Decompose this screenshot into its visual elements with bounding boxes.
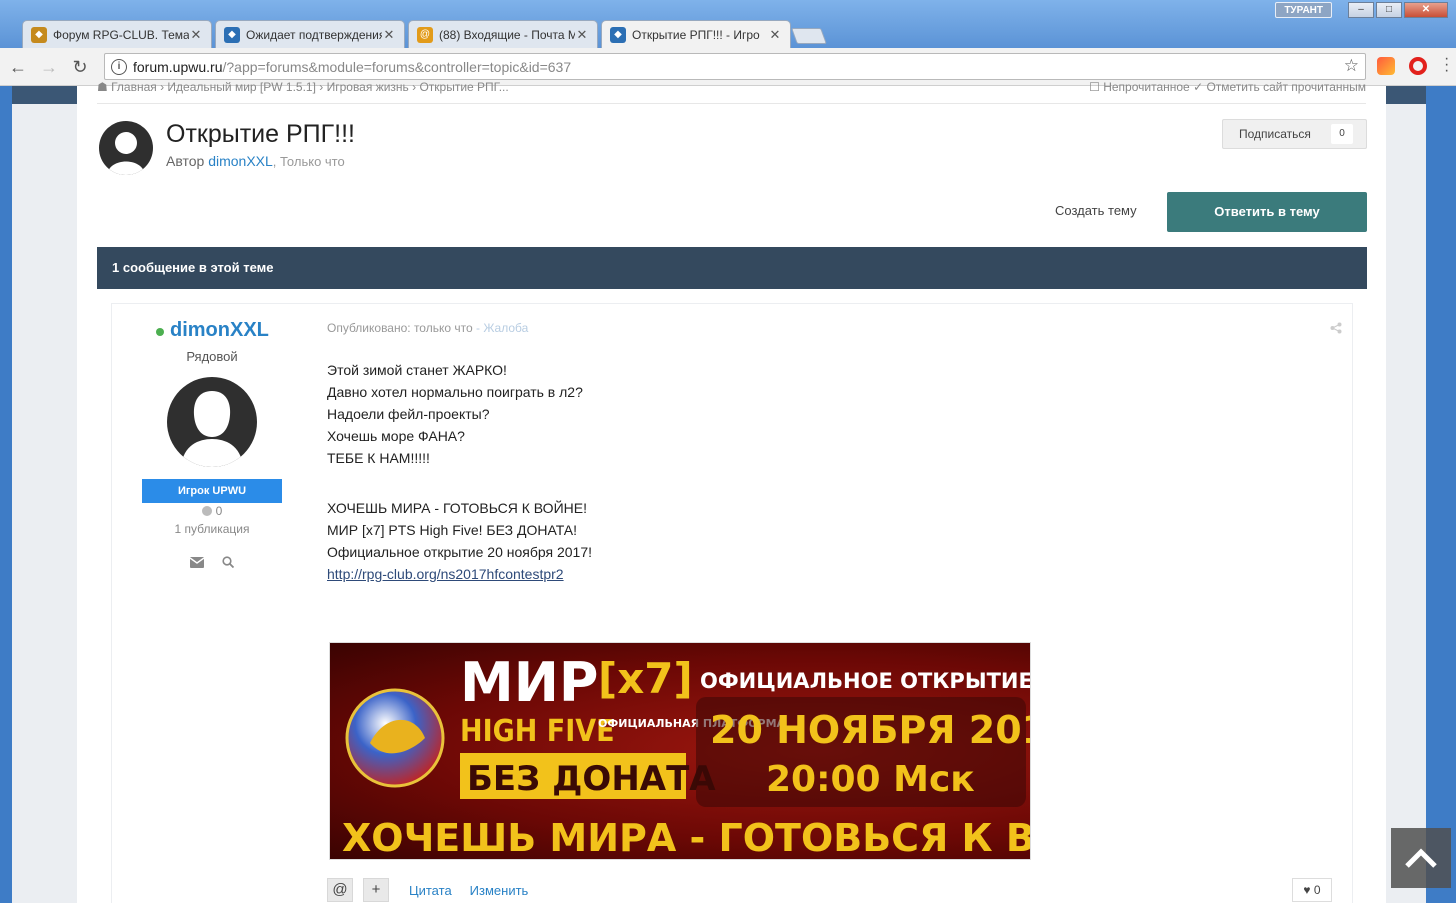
bookmark-star-icon[interactable]: ☆ [1344, 56, 1359, 76]
maximize-button[interactable]: □ [1376, 2, 1402, 18]
info-icon[interactable]: i [111, 58, 127, 75]
browser-tab[interactable]: @ (88) Входящие - Почта М ✕ [408, 20, 598, 48]
chevron-up-icon [1405, 848, 1437, 868]
breadcrumb[interactable]: ☗ Главная › Идеальный мир [PW 1.5.1] › И… [97, 80, 509, 94]
create-topic-button[interactable]: Создать тему [1055, 203, 1137, 218]
browser-tab[interactable]: ◆ Форум RPG-CLUB. Тема ✕ [22, 20, 212, 48]
user-avatar[interactable] [167, 377, 257, 467]
tab-label: (88) Входящие - Почта М [439, 27, 575, 42]
tab-close-icon[interactable]: ✕ [575, 27, 589, 43]
favicon-icon: @ [417, 26, 433, 43]
post-line: Этой зимой станет ЖАРКО! [327, 362, 507, 378]
banner-no-donate: БЕЗ ДОНАТА [467, 759, 716, 799]
address-bar[interactable]: i forum.upwu.ru/?app=forums&module=forum… [104, 53, 1366, 80]
banner-x7: [x7] [598, 654, 693, 703]
opera-icon[interactable] [1409, 57, 1427, 75]
post-line: Официальное открытие 20 ноября 2017! [327, 544, 592, 560]
breadcrumb-actions[interactable]: ☐ Непрочитанное ✓ Отметить сайт прочитан… [1089, 80, 1366, 94]
posts-count-bar: 1 сообщение в этой теме [97, 247, 1367, 289]
edit-button[interactable]: Изменить [470, 883, 529, 898]
post-link[interactable]: http://rpg-club.org/ns2017hfcontestpr2 [327, 563, 1227, 585]
topic-time: , Только что [272, 154, 345, 169]
mention-button[interactable]: @ [327, 878, 353, 902]
group-badge: Игрок UPWU [142, 479, 282, 503]
banner-time: 20:00 Мск [766, 759, 975, 800]
extension-icon[interactable] [1377, 57, 1395, 75]
tab-label: Форум RPG-CLUB. Тема [53, 27, 189, 42]
minimize-button[interactable]: – [1348, 2, 1374, 18]
post-body: Этой зимой станет ЖАРКО! Давно хотел норм… [327, 359, 1227, 585]
banner-opening: ОФИЦИАЛЬНОЕ ОТКРЫТИЕ [700, 669, 1031, 693]
tab-strip: ◆ Форум RPG-CLUB. Тема ✕ ◆ Ожидает подтвержд… [22, 20, 827, 48]
tab-label: Открытие РПГ!!! - Игро [632, 27, 760, 42]
tab-close-icon[interactable]: ✕ [189, 27, 203, 43]
post-line: Давно хотел нормально поиграть в л2? [327, 384, 583, 400]
forward-button[interactable]: → [36, 54, 62, 80]
published-time: Опубликовано: только что [327, 321, 473, 335]
favicon-icon: ◆ [610, 26, 626, 43]
page-title: Открытие РПГ!!! [166, 120, 355, 148]
post-line: ТЕБЕ К НАМ!!!!! [327, 450, 430, 466]
new-tab-button[interactable] [791, 28, 827, 44]
reputation-dot-icon [201, 506, 212, 516]
multiquote-button[interactable]: + [363, 878, 389, 902]
post-username[interactable]: dimonXXL [156, 319, 269, 342]
banner-slogan: ХОЧЕШЬ МИРА - ГОТОВЬСЯ К ВОЙНЕ [342, 816, 1031, 860]
follow-button[interactable]: Подписаться 0 [1222, 119, 1367, 149]
scroll-to-top-button[interactable] [1391, 828, 1451, 888]
browser-tab[interactable]: ◆ Открытие РПГ!!! - Игро ✕ [601, 20, 791, 48]
post-line: Хочешь море ФАНА? [327, 428, 465, 444]
favicon-icon: ◆ [31, 26, 47, 43]
post-actions: @ + Цитата Изменить [327, 878, 536, 902]
reload-button[interactable]: ↻ [67, 54, 93, 80]
window-controls: ТУРАНТ – □ ✕ [1275, 2, 1448, 18]
like-button[interactable]: ♥ 0 [1292, 878, 1332, 902]
author-link[interactable]: dimonXXL [208, 153, 273, 169]
divider [97, 103, 1366, 104]
close-window-button[interactable]: ✕ [1404, 2, 1448, 18]
tab-close-icon[interactable]: ✕ [768, 27, 782, 43]
banner-date: 20 НОЯБРЯ 2017 [710, 708, 1031, 752]
browser-tab[interactable]: ◆ Ожидает подтверждения ✕ [215, 20, 405, 48]
follow-count: 0 [1331, 124, 1353, 144]
post-line: Надоели фейл-проекты? [327, 406, 490, 422]
search-icon[interactable] [222, 556, 235, 571]
browser-titlebar: ТУРАНТ – □ ✕ ◆ Форум RPG-CLUB. Тема ✕ ◆ Ожид… [0, 0, 1456, 48]
topic-meta: Автор dimonXXL, Только что [166, 153, 345, 169]
url-host: forum.upwu.ru [133, 58, 223, 75]
url-path: /?app=forums&module=forums&controller=to… [222, 58, 572, 75]
app-badge[interactable]: ТУРАНТ [1275, 2, 1332, 18]
reply-button[interactable]: Ответить в тему [1167, 192, 1367, 232]
promo-banner[interactable]: МИР [x7] HIGH FIVE ОФИЦИАЛЬНАЯ ПЛАТФОРМА… [329, 642, 1031, 860]
browser-menu-icon[interactable]: · · · [1444, 51, 1449, 79]
report-link[interactable]: - Жалоба [473, 321, 528, 335]
heart-icon: ♥ [1303, 883, 1311, 897]
post-line: МИР [x7] PTS High Five! БЕЗ ДОНАТА! [327, 522, 578, 538]
quote-button[interactable]: Цитата [409, 883, 452, 898]
tab-label: Ожидает подтверждения [246, 27, 382, 42]
reputation: 0 [112, 504, 312, 518]
post-line: ХОЧЕШЬ МИРА - ГОТОВЬСЯ К ВОЙНЕ! [327, 500, 587, 516]
share-icon[interactable] [1330, 322, 1342, 337]
author-prefix: Автор [166, 153, 209, 169]
favicon-icon: ◆ [224, 26, 240, 43]
post-meta: Опубликовано: только что - Жалоба [327, 321, 528, 335]
forum-content: ☗ Главная › Идеальный мир [PW 1.5.1] › И… [77, 80, 1386, 903]
post-count: 1 публикация [174, 522, 250, 536]
author-avatar[interactable] [99, 121, 153, 175]
banner-high-five: HIGH FIVE [460, 714, 615, 749]
back-button[interactable]: ← [5, 54, 31, 80]
banner-mir: МИР [460, 651, 599, 714]
envelope-icon[interactable] [189, 556, 205, 571]
follow-label: Подписаться [1239, 127, 1311, 141]
post: dimonXXL Рядовой Игрок UPWU 0 1 публикац… [97, 289, 1367, 903]
tab-close-icon[interactable]: ✕ [382, 27, 396, 43]
user-actions [189, 556, 235, 571]
user-rank: Рядовой [186, 349, 238, 364]
